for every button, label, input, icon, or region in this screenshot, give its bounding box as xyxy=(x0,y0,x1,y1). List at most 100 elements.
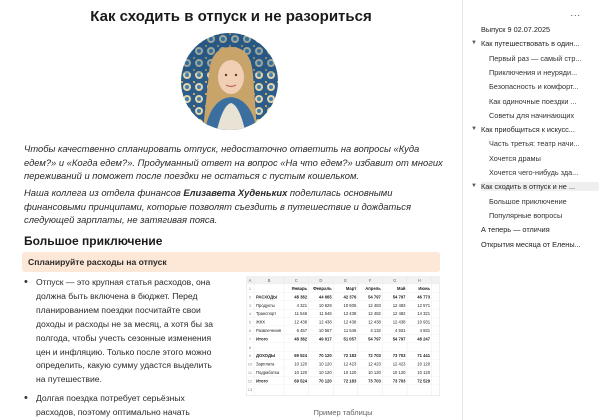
cell-value: 10 120 xyxy=(417,362,430,367)
column-letter: F xyxy=(369,278,372,283)
month-header: Март xyxy=(346,286,356,291)
bullet-item: Долгая поездка потребует серьёзных расхо… xyxy=(24,392,220,420)
row-label: РАСХОДЫ xyxy=(256,294,277,299)
cell-value: 11 546 xyxy=(344,328,357,333)
row-number: 10 xyxy=(248,362,253,367)
cell-value: 12 482 xyxy=(393,311,406,316)
cell-value: 4 931 xyxy=(395,328,406,333)
toc-subitem[interactable]: Приключения и неуряди... xyxy=(489,68,599,77)
month-header: Июнь xyxy=(418,286,430,291)
collapse-caret-icon[interactable]: ▼ xyxy=(471,126,477,132)
row-number: 12 xyxy=(248,378,253,383)
spreadsheet-table: A B C D E F G H12345678910111213Январь Февраль Ма… xyxy=(246,276,440,396)
row-number: 13 xyxy=(248,387,253,392)
column-letter: B xyxy=(268,278,271,283)
month-header: Апрель xyxy=(365,286,381,291)
cell-value: 54 797 xyxy=(393,336,406,341)
column-letter: G xyxy=(393,278,396,283)
cell-value: 10 120 xyxy=(319,370,332,375)
cell-value: 73 703 xyxy=(393,353,406,358)
author-name: Елизавета Худеньких xyxy=(183,187,288,198)
cell-value: 12 423 xyxy=(368,362,381,367)
cell-value: 6 457 xyxy=(297,328,308,333)
toc-item[interactable]: А теперь — отличия xyxy=(481,225,599,234)
toc-subitem[interactable]: Первый раз — самый стр... xyxy=(489,54,599,63)
cell-value: 72 703 xyxy=(368,353,381,358)
article-title: Как сходить в отпуск и не разориться xyxy=(90,8,372,25)
toc-item[interactable]: Открытия месяца от Елены... xyxy=(481,240,599,249)
cell-value: 10 120 xyxy=(343,370,356,375)
cell-value: 12 438 xyxy=(294,320,307,325)
cell-value: 72 529 xyxy=(417,378,430,383)
column-letter: A xyxy=(249,278,252,283)
toc-subitem[interactable]: Советы для начинающих xyxy=(489,111,599,120)
cell-value: 51 057 xyxy=(343,336,356,341)
cell-value: 11 546 xyxy=(295,311,308,316)
cell-value: 44 665 xyxy=(319,294,332,299)
cell-value: 73 703 xyxy=(393,378,406,383)
row-label: ЖКХ xyxy=(256,320,265,325)
column-letter: D xyxy=(319,278,322,283)
row-label: Итого xyxy=(256,336,268,341)
row-label: Подработка xyxy=(256,370,280,375)
column-letter: H xyxy=(418,278,421,283)
more-menu-icon[interactable]: ... xyxy=(570,8,581,18)
toc-item[interactable]: Как путешествовать в один... xyxy=(481,39,599,48)
cell-value: 12 483 xyxy=(368,303,381,308)
toc-item[interactable]: Как приобщиться к искусс... xyxy=(481,125,599,134)
cell-value: 54 797 xyxy=(368,336,381,341)
cell-value: 54 797 xyxy=(393,294,406,299)
cell-value: 54 797 xyxy=(368,294,381,299)
bullet-item: Отпуск — это крупная статья расходов, он… xyxy=(24,276,220,387)
row-label: ДОХОДЫ xyxy=(256,353,275,358)
column-header-bar xyxy=(246,276,440,284)
callout-box: Спланируйте расходы на отпуск xyxy=(22,252,440,272)
bullet-list: Отпуск — это крупная статья расходов, он… xyxy=(24,276,220,420)
author-paragraph-start: Наша коллега из отдела финансов xyxy=(24,187,184,198)
column-letter: E xyxy=(344,278,347,283)
row-label: Итого xyxy=(256,378,268,383)
article-pane: Как сходить в отпуск и не разориться Что… xyxy=(0,0,462,420)
cell-value: 4 321 xyxy=(297,303,308,308)
cell-value: 10 120 xyxy=(319,362,332,367)
cell-value: 12 482 xyxy=(368,311,381,316)
month-header: Январь xyxy=(292,286,308,291)
cell-value: 12 438 xyxy=(393,320,406,325)
toc-subitem[interactable]: Популярные вопросы xyxy=(489,211,599,220)
cell-value: 69 524 xyxy=(294,353,307,358)
author-avatar xyxy=(181,33,278,130)
toc-subitem[interactable]: Хочется драмы xyxy=(489,154,599,163)
cell-value: 10 629 xyxy=(319,303,332,308)
cell-value: 10 120 xyxy=(393,370,406,375)
cell-value: 12 423 xyxy=(393,362,406,367)
toc-subitem[interactable]: Как одиночные поездки ... xyxy=(489,97,599,106)
cell-value: 10 120 xyxy=(417,370,430,375)
cell-value: 49 017 xyxy=(319,336,332,341)
cell-value: 48 247 xyxy=(417,336,430,341)
intro-paragraph: Чтобы качественно спланировать отпуск, н… xyxy=(24,143,443,182)
collapse-caret-icon[interactable]: ▼ xyxy=(471,40,477,46)
row-label: Продукты xyxy=(256,303,275,308)
cell-value: 72 183 xyxy=(343,353,356,358)
row-label: Развлечения xyxy=(256,328,281,333)
cell-value: 12 438 xyxy=(319,320,332,325)
cell-value: 4 132 xyxy=(370,328,381,333)
cell-value: 70 120 xyxy=(319,378,332,383)
toc-subitem[interactable]: Хочется чего-нибудь зда... xyxy=(489,168,599,177)
cell-value: 48 382 xyxy=(294,294,307,299)
cell-value: 12 483 xyxy=(393,303,406,308)
cell-value: 14 321 xyxy=(417,311,430,316)
month-header: Май xyxy=(397,286,406,291)
toc-subitem[interactable]: Часть третья: театр начи... xyxy=(489,139,599,148)
cell-value: 73 703 xyxy=(368,378,381,383)
cell-value: 10 120 xyxy=(294,370,307,375)
toc-item[interactable]: Выпуск 9 02.07.2025 xyxy=(481,25,599,34)
toc-subitem[interactable]: Большое приключение xyxy=(489,197,599,206)
cell-value: 71 441 xyxy=(417,353,430,358)
cell-value: 11 546 xyxy=(319,311,332,316)
row-label: Зарплата xyxy=(256,362,275,367)
toc-item[interactable]: Как сходить в отпуск и не ... xyxy=(481,182,599,192)
author-paragraph: Наша коллега из отдела финансов Елизавет… xyxy=(24,186,444,227)
toc-subitem[interactable]: Безопасность и комфорт... xyxy=(489,82,599,91)
collapse-caret-icon[interactable]: ▼ xyxy=(471,183,477,189)
